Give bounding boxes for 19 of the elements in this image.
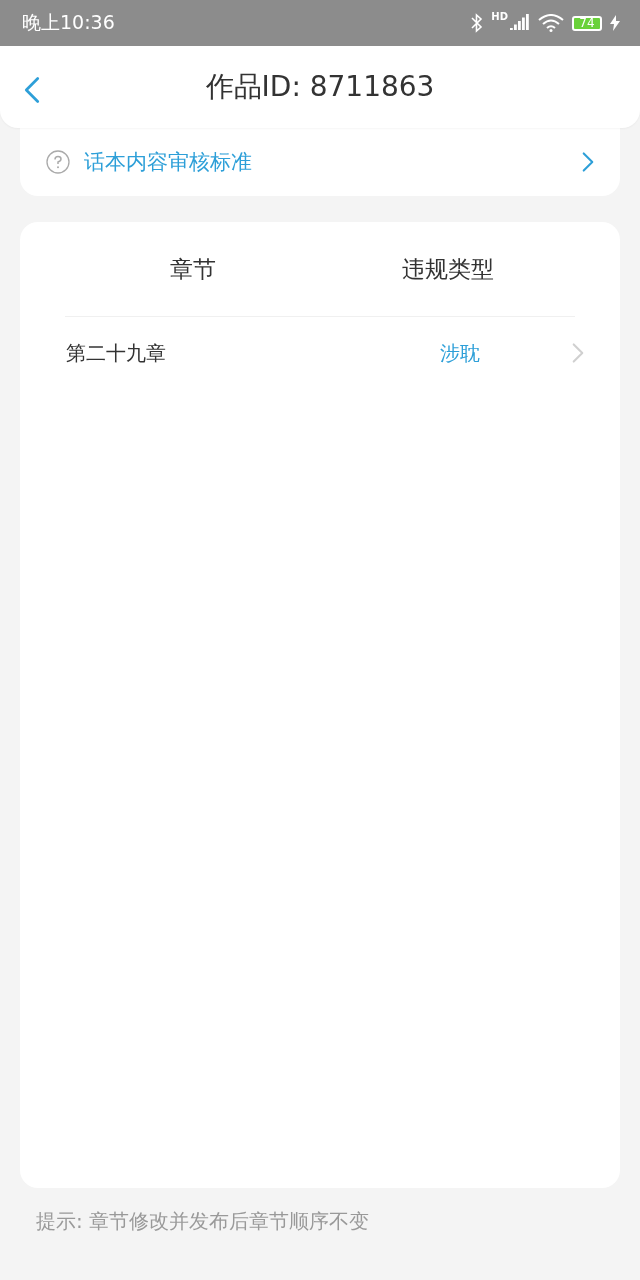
chevron-icon bbox=[572, 342, 584, 364]
chevron-icon bbox=[582, 151, 594, 173]
bluetooth-icon bbox=[471, 13, 484, 33]
page-title: 作品ID: 8711863 bbox=[205, 69, 435, 105]
status-time: 晚上10:36 bbox=[22, 10, 115, 35]
help-icon bbox=[46, 150, 70, 174]
back-icon bbox=[24, 76, 40, 104]
signal-icon bbox=[510, 14, 530, 32]
column-header: 违规类型 bbox=[400, 254, 495, 284]
network-label: HD bbox=[491, 10, 508, 22]
chapter-cell-text: 第二十九章 bbox=[66, 339, 167, 367]
battery-icon: 74 bbox=[572, 15, 602, 31]
standard-link-label: 话本内容审核标准 bbox=[84, 149, 252, 176]
charging-icon bbox=[610, 15, 620, 31]
wifi-icon bbox=[538, 14, 564, 32]
hint-text: 提示: 章节修改并发布后章节顺序不变 bbox=[36, 1208, 371, 1235]
table-row[interactable]: 第二十九章 涉耽 bbox=[20, 317, 620, 389]
violation-cell: 涉耽 bbox=[440, 339, 480, 367]
column-header: 章节 bbox=[168, 254, 217, 284]
